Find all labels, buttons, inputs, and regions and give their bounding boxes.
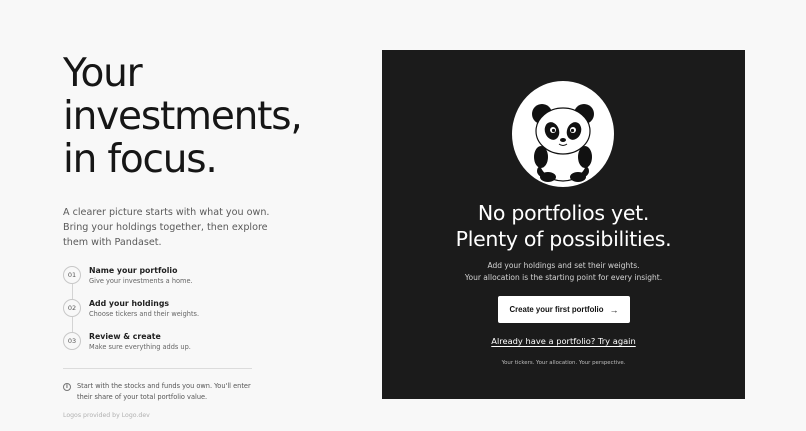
step-description: Make sure everything adds up.	[89, 343, 191, 351]
divider	[63, 368, 252, 369]
info-icon: i	[63, 383, 71, 391]
empty-state-title: No portfolios yet. Plenty of possibiliti…	[382, 200, 745, 252]
hero-title-line: investments,	[63, 94, 303, 139]
retry-row: Already have a portfolio? Try again	[382, 336, 745, 346]
step-title: Review & create	[89, 332, 161, 341]
step-connector	[72, 317, 73, 332]
step-item: 01 Name your portfolio Give your investm…	[63, 266, 323, 299]
arrow-right-icon: →	[609, 304, 619, 315]
empty-state-panel: No portfolios yet. Plenty of possibiliti…	[382, 50, 745, 399]
try-again-link[interactable]: Already have a portfolio? Try again	[491, 336, 635, 346]
create-portfolio-button[interactable]: Create your first portfolio →	[498, 296, 630, 323]
step-description: Choose tickers and their weights.	[89, 310, 200, 318]
hero-title-line: Your	[63, 51, 143, 96]
step-item: 02 Add your holdings Choose tickers and …	[63, 299, 323, 332]
hero-title: Your investments, in focus.	[63, 52, 323, 181]
step-description: Give your investments a home.	[89, 277, 193, 285]
step-number: 03	[63, 332, 81, 350]
steps-list: 01 Name your portfolio Give your investm…	[63, 266, 323, 365]
tagline: Your tickers. Your allocation. Your pers…	[501, 360, 626, 366]
intro-column: Your investments, in focus. A clearer pi…	[63, 52, 323, 419]
info-note: i Start with the stocks and funds you ow…	[63, 381, 323, 402]
empty-state-description: Add your holdings and set their weights.…	[382, 260, 745, 284]
empty-state-title-line: Plenty of possibilities.	[455, 227, 672, 251]
step-connector	[72, 284, 73, 299]
create-portfolio-label: Create your first portfolio	[509, 305, 604, 314]
empty-state-title-line: No portfolios yet.	[477, 201, 650, 225]
step-title: Add your holdings	[89, 299, 170, 308]
step-number: 02	[63, 299, 81, 317]
step-number: 01	[63, 266, 81, 284]
panda-illustration	[512, 81, 614, 187]
empty-state-description-line: Your allocation is the starting point fo…	[464, 273, 663, 282]
logo-credit: Logos provided by Logo.dev	[63, 412, 150, 419]
step-item: 03 Review & create Make sure everything …	[63, 332, 323, 365]
info-note-text: Start with the stocks and funds you own.…	[77, 382, 251, 401]
hero-lede: A clearer picture starts with what you o…	[63, 207, 270, 248]
step-title: Name your portfolio	[89, 266, 178, 275]
empty-state-description-line: Add your holdings and set their weights.	[487, 261, 640, 270]
hero-title-line: in focus.	[63, 137, 218, 182]
panda-icon	[532, 104, 594, 182]
